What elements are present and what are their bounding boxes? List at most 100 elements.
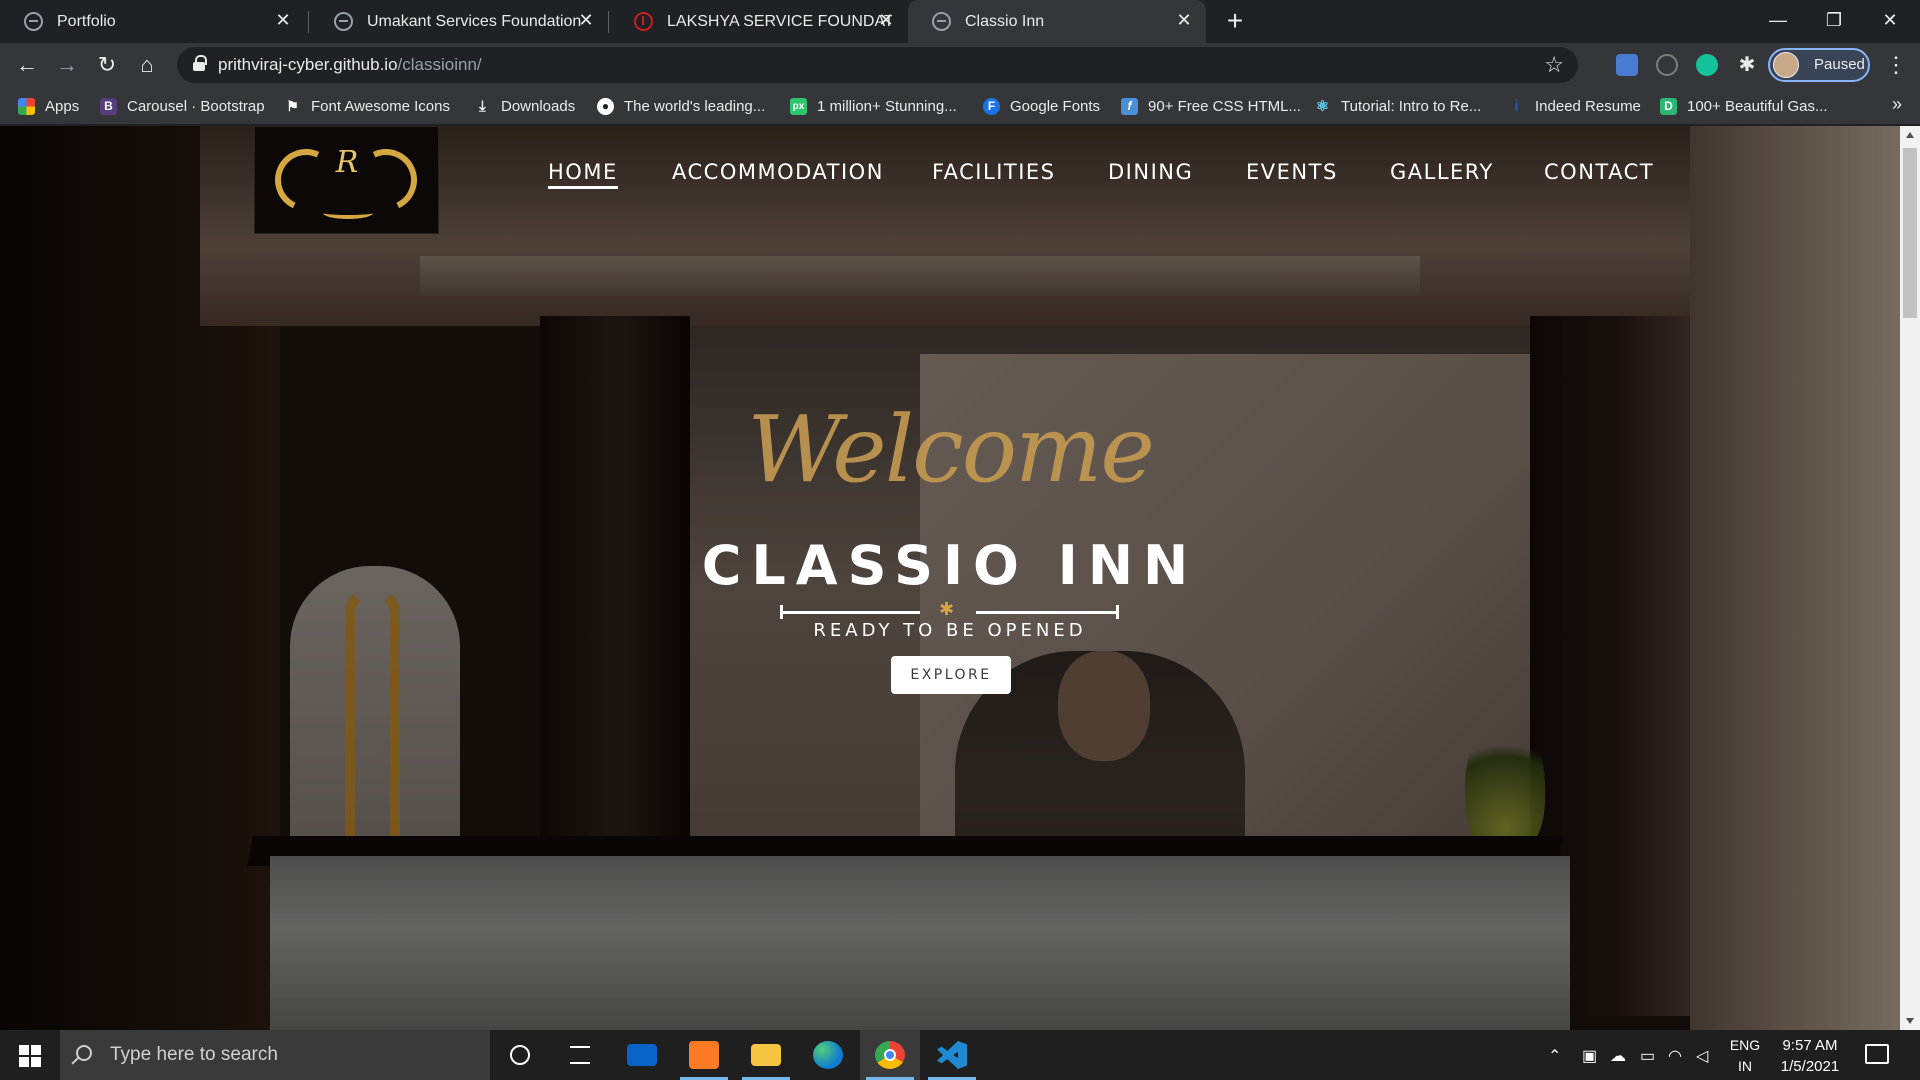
more-bookmarks-icon[interactable]: » [1892, 94, 1902, 115]
flag-icon: ⚑ [286, 97, 299, 114]
explore-button[interactable]: EXPLORE [891, 656, 1011, 694]
reload-button[interactable]: ↻ [90, 48, 124, 82]
bookmark-star-icon[interactable]: ☆ [1544, 52, 1564, 78]
bootstrap-icon: B [100, 97, 117, 115]
language-indicator[interactable]: ENG IN [1725, 1035, 1765, 1077]
cloud-icon[interactable]: ☁ [1610, 1046, 1626, 1066]
bookmark-react-tutorial[interactable]: ⚛ Tutorial: Intro to Re... [1314, 94, 1482, 118]
nav-home[interactable]: HOME [548, 160, 618, 189]
globe-icon [932, 12, 951, 31]
scroll-down-icon[interactable] [1906, 1018, 1914, 1024]
scroll-thumb[interactable] [1903, 148, 1917, 318]
bookmark-label: Carousel · Bootstrap [127, 97, 265, 115]
bookmark-label: Downloads [501, 97, 576, 115]
bookmark-gas[interactable]: D 100+ Beautiful Gas... [1660, 94, 1828, 118]
bookmark-apps[interactable]: Apps [18, 94, 79, 118]
nav-dining[interactable]: DINING [1108, 160, 1193, 184]
wifi-icon[interactable]: ◠ [1668, 1046, 1682, 1066]
close-window-button[interactable]: ✕ [1862, 0, 1918, 40]
bookmark-font-awesome[interactable]: ⚑ Font Awesome Icons [284, 94, 450, 118]
restore-button[interactable]: ❐ [1806, 0, 1862, 40]
bookmark-github[interactable]: ● The world's leading... [597, 94, 765, 118]
close-tab-icon[interactable]: ✕ [576, 10, 596, 30]
nav-gallery[interactable]: GALLERY [1390, 160, 1494, 184]
bookmark-bootstrap[interactable]: B Carousel · Bootstrap [100, 94, 265, 118]
hero-subtitle: READY TO BE OPENED [813, 620, 1087, 641]
pixabay-icon: px [790, 97, 807, 115]
hero-welcome-script: Welcome [747, 396, 1155, 503]
puzzle-extensions-icon[interactable]: ✱ [1736, 54, 1758, 76]
address-bar[interactable]: prithviraj-cyber.github.io/classioinn/ ☆ [177, 47, 1578, 83]
avatar [1773, 52, 1799, 78]
bookmark-pixabay[interactable]: px 1 million+ Stunning... [790, 94, 957, 118]
chevron-up-icon[interactable]: ⌃ [1548, 1046, 1561, 1066]
system-clock[interactable]: 9:57 AM 1/5/2021 [1770, 1035, 1850, 1077]
globe-icon [334, 12, 353, 31]
tab-classio-inn[interactable]: Classio Inn ✕ [908, 0, 1206, 43]
tab-title: Portfolio [57, 12, 116, 30]
back-button[interactable]: ← [10, 48, 44, 82]
scroll-up-icon[interactable] [1906, 132, 1914, 138]
extension-icon[interactable] [1656, 54, 1678, 76]
indeed-icon: i [1514, 97, 1519, 115]
page-scrollbar[interactable] [1900, 126, 1920, 1030]
vscode-icon[interactable] [922, 1030, 982, 1080]
bookmarks-bar: Apps B Carousel · Bootstrap ⚑ Font Aweso… [0, 87, 1920, 125]
site-logo[interactable]: R [254, 126, 439, 234]
language-code: ENG [1729, 1037, 1761, 1053]
region-code: IN [1738, 1058, 1752, 1074]
extension-icon[interactable] [1616, 54, 1638, 76]
tab-separator [608, 11, 609, 33]
search-icon [76, 1045, 92, 1061]
tab-umakant[interactable]: Umakant Services Foundation ✕ [310, 0, 608, 43]
file-explorer-icon[interactable] [736, 1030, 796, 1080]
nav-accommodation[interactable]: ACCOMMODATION [672, 160, 884, 184]
profile-label: Paused [1814, 56, 1865, 73]
tab-portfolio[interactable]: Portfolio ✕ [0, 0, 305, 43]
home-button[interactable]: ⌂ [130, 48, 164, 82]
bookmark-downloads[interactable]: ⤓ Downloads [474, 94, 575, 118]
task-view-icon[interactable] [550, 1030, 610, 1080]
tab-lakshya[interactable]: LAKSHYA SERVICE FOUNDATION ✕ [610, 0, 908, 43]
bookmark-label: Indeed Resume [1535, 97, 1641, 115]
bookmark-label: Font Awesome Icons [311, 97, 450, 115]
forward-button[interactable]: → [50, 48, 84, 82]
nav-contact[interactable]: CONTACT [1544, 160, 1654, 184]
edge-icon[interactable] [798, 1030, 858, 1080]
bookmark-label: Tutorial: Intro to Re... [1341, 97, 1482, 115]
new-tab-button[interactable]: + [1220, 6, 1250, 36]
bookmark-label: 100+ Beautiful Gas... [1687, 97, 1828, 115]
minimize-button[interactable]: — [1750, 0, 1806, 40]
apps-grid-icon [18, 97, 35, 115]
url-text[interactable]: prithviraj-cyber.github.io/classioinn/ [218, 55, 482, 75]
mail-icon[interactable] [612, 1030, 672, 1080]
bookmark-label: Apps [45, 97, 80, 115]
volume-icon[interactable]: ◁ [1696, 1046, 1708, 1066]
bookmark-free-css[interactable]: f 90+ Free CSS HTML... [1121, 94, 1301, 118]
profile-button[interactable]: Paused [1768, 48, 1870, 82]
notification-icon[interactable] [1865, 1044, 1889, 1064]
github-icon: ● [597, 97, 614, 115]
close-tab-icon[interactable]: ✕ [273, 10, 293, 30]
taskbar-search-input[interactable]: Type here to search [60, 1030, 490, 1080]
device-icon[interactable]: ▣ [1582, 1046, 1597, 1066]
chrome-icon[interactable] [860, 1030, 920, 1080]
close-tab-icon[interactable]: ✕ [876, 10, 896, 30]
url-host: prithviraj-cyber.github.io [218, 55, 398, 74]
bookmark-google-fonts[interactable]: F Google Fonts [983, 94, 1100, 118]
windows-start-button[interactable] [0, 1030, 60, 1080]
nav-facilities[interactable]: FACILITIES [932, 160, 1056, 184]
close-tab-icon[interactable]: ✕ [1174, 10, 1194, 30]
google-fonts-icon: F [983, 97, 1000, 115]
grammarly-icon[interactable] [1696, 54, 1718, 76]
xampp-icon[interactable] [674, 1030, 734, 1080]
d-icon: D [1660, 97, 1677, 115]
cortana-icon[interactable] [490, 1030, 550, 1080]
bookmark-indeed[interactable]: i Indeed Resume [1508, 94, 1641, 118]
bookmark-label: The world's leading... [624, 97, 766, 115]
battery-icon[interactable]: ▭ [1640, 1046, 1655, 1066]
search-placeholder: Type here to search [110, 1044, 278, 1065]
nav-events[interactable]: EVENTS [1246, 160, 1338, 184]
menu-kebab-icon[interactable]: ⋮ [1884, 48, 1908, 82]
lock-icon[interactable] [193, 55, 207, 71]
